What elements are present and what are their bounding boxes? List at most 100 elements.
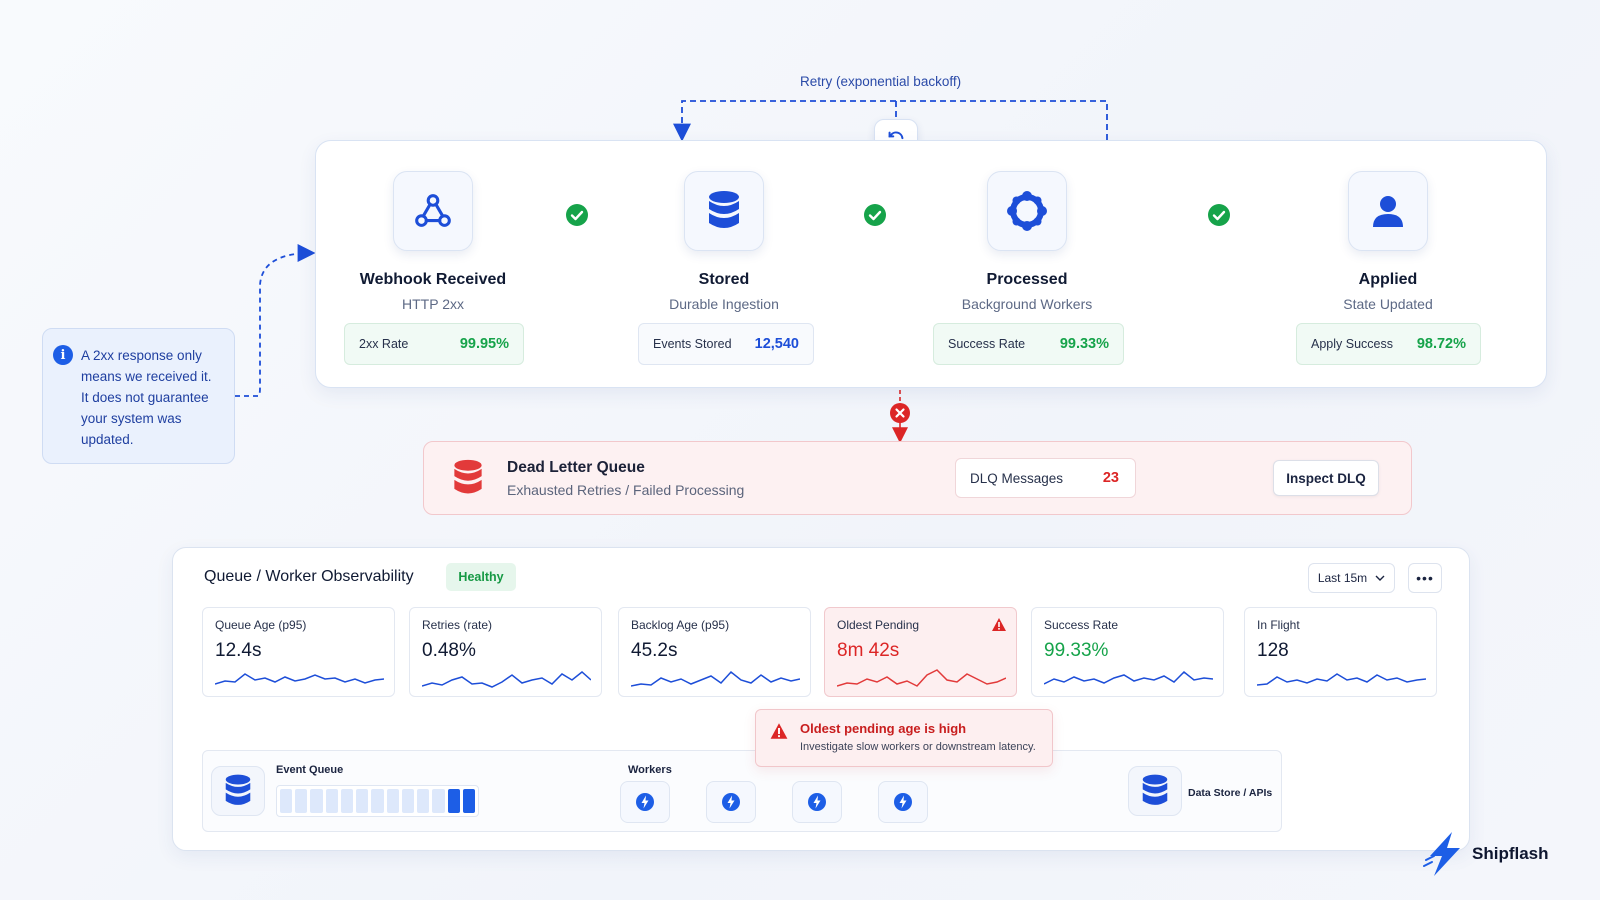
database-icon	[709, 191, 739, 228]
metric-value: 23	[1102, 470, 1119, 486]
kpi-value: 0.48%	[422, 640, 476, 661]
bolt-icon	[636, 793, 654, 811]
dlq-messages-metric: DLQ Messages 23	[955, 458, 1136, 498]
info-note-text: A 2xx response only means we received it…	[81, 348, 212, 447]
database-icon	[225, 774, 251, 805]
inspect-dlq-button[interactable]: Inspect DLQ	[1273, 460, 1379, 496]
data-store-label: Data Store / APIs	[1188, 787, 1273, 799]
data-store-db	[1128, 766, 1182, 816]
metric-label: 2xx Rate	[359, 337, 409, 351]
workers-label: Workers	[628, 764, 672, 776]
metric-value: 98.72%	[1416, 336, 1466, 352]
event-queue-db	[211, 766, 265, 816]
warning-icon	[992, 618, 1006, 631]
stage-icon-box	[393, 171, 473, 251]
worker-node[interactable]	[792, 781, 842, 823]
metric-apply-success: Apply Success 98.72%	[1296, 323, 1481, 365]
stage-icon-box	[1348, 171, 1428, 251]
failure-x-icon	[890, 403, 910, 428]
bolt-icon	[722, 793, 740, 811]
metric-value: 12,540	[754, 336, 799, 352]
alert-tooltip	[755, 709, 1053, 767]
worker-node[interactable]	[878, 781, 928, 823]
time-range-select[interactable]: Last 15m	[1308, 563, 1395, 593]
stage-processed[interactable]: Processed Background Workers	[917, 171, 1137, 312]
sparkline	[837, 669, 1006, 687]
stage-subtitle: HTTP 2xx	[402, 296, 464, 312]
metric-events-stored: Events Stored 12,540	[638, 323, 814, 365]
stage-title: Processed	[986, 271, 1068, 288]
info-icon: i	[53, 345, 73, 365]
worker-node[interactable]	[706, 781, 756, 823]
metric-2xx-rate: 2xx Rate 99.95%	[344, 323, 524, 365]
dead-letter-queue-card	[423, 441, 1412, 515]
event-queue-label: Event Queue	[276, 764, 344, 776]
status-badge: Healthy	[446, 563, 516, 591]
observability-title: Queue / Worker Observability	[204, 568, 414, 585]
retry-label: Retry (exponential backoff)	[800, 74, 962, 89]
dlq-title: Dead Letter Queue	[507, 459, 645, 476]
metric-label: Success Rate	[948, 337, 1026, 351]
kpi-value: 12.4s	[215, 640, 262, 661]
dlq-subtitle: Exhausted Retries / Failed Processing	[507, 482, 745, 498]
stage-webhook-received[interactable]: Webhook Received HTTP 2xx	[323, 171, 543, 312]
check-icon	[566, 204, 588, 231]
sparkline	[422, 671, 591, 688]
stage-applied[interactable]: Applied State Updated	[1278, 171, 1498, 312]
stage-title: Stored	[698, 271, 750, 288]
kpi-queue-age[interactable]: Queue Age (p95) 12.4s	[202, 607, 395, 697]
kpi-value: 45.2s	[631, 640, 678, 661]
kpi-label: Retries (rate)	[422, 618, 493, 632]
kpi-success-rate[interactable]: Success Rate 99.33%	[1031, 607, 1224, 697]
metric-label: Events Stored	[653, 337, 732, 351]
queue-buffer	[276, 785, 479, 817]
time-range-value: Last 15m	[1317, 571, 1368, 585]
worker-gear-icon	[1007, 191, 1047, 231]
check-icon	[864, 204, 886, 231]
kpi-backlog-age[interactable]: Backlog Age (p95) 45.2s	[618, 607, 811, 697]
stage-subtitle: Background Workers	[961, 296, 1093, 312]
warning-icon	[769, 722, 789, 745]
metric-label: Apply Success	[1311, 337, 1393, 351]
stage-stored[interactable]: Stored Durable Ingestion	[614, 171, 834, 312]
stage-subtitle: State Updated	[1343, 296, 1433, 312]
more-options-button[interactable]: •••	[1408, 563, 1442, 593]
webhook-icon	[415, 194, 451, 227]
kpi-retries-rate[interactable]: Retries (rate) 0.48%	[409, 607, 602, 697]
kpi-label: Queue Age (p95)	[215, 618, 307, 632]
metric-value: 99.95%	[459, 336, 509, 352]
kpi-label: Backlog Age (p95)	[631, 618, 730, 632]
sparkline	[631, 670, 800, 687]
metric-value: 99.33%	[1059, 336, 1109, 352]
database-red-icon	[451, 458, 485, 503]
sparkline	[215, 673, 384, 685]
kpi-label: In Flight	[1257, 618, 1300, 632]
brand: Shipflash	[1422, 830, 1549, 878]
kpi-value: 99.33%	[1044, 640, 1109, 661]
alert-title: Oldest pending age is high	[800, 721, 967, 736]
check-icon	[1208, 204, 1230, 231]
stage-title: Applied	[1358, 271, 1418, 288]
user-icon	[1373, 196, 1403, 227]
kpi-in-flight[interactable]: In Flight 128	[1244, 607, 1437, 697]
kpi-label: Success Rate	[1044, 618, 1119, 632]
sparkline	[1044, 670, 1213, 685]
kpi-oldest-pending[interactable]: Oldest Pending 8m 42s	[824, 607, 1017, 697]
stage-title: Webhook Received	[359, 271, 507, 288]
alert-subtitle: Investigate slow workers or downstream l…	[800, 741, 1036, 753]
stage-icon-box	[987, 171, 1067, 251]
worker-node[interactable]	[620, 781, 670, 823]
chevron-down-icon	[1375, 575, 1385, 581]
bolt-icon	[808, 793, 826, 811]
shipflash-logo-icon	[1423, 832, 1460, 876]
metric-label: DLQ Messages	[970, 470, 1064, 486]
stage-subtitle: Durable Ingestion	[669, 296, 779, 312]
bolt-icon	[894, 793, 912, 811]
stage-icon-box	[684, 171, 764, 251]
sparkline	[1257, 673, 1426, 686]
brand-name: Shipflash	[1472, 844, 1549, 863]
metric-success-rate: Success Rate 99.33%	[933, 323, 1124, 365]
kpi-value: 128	[1257, 640, 1289, 661]
kpi-value: 8m 42s	[837, 640, 900, 661]
database-icon	[1142, 774, 1168, 805]
